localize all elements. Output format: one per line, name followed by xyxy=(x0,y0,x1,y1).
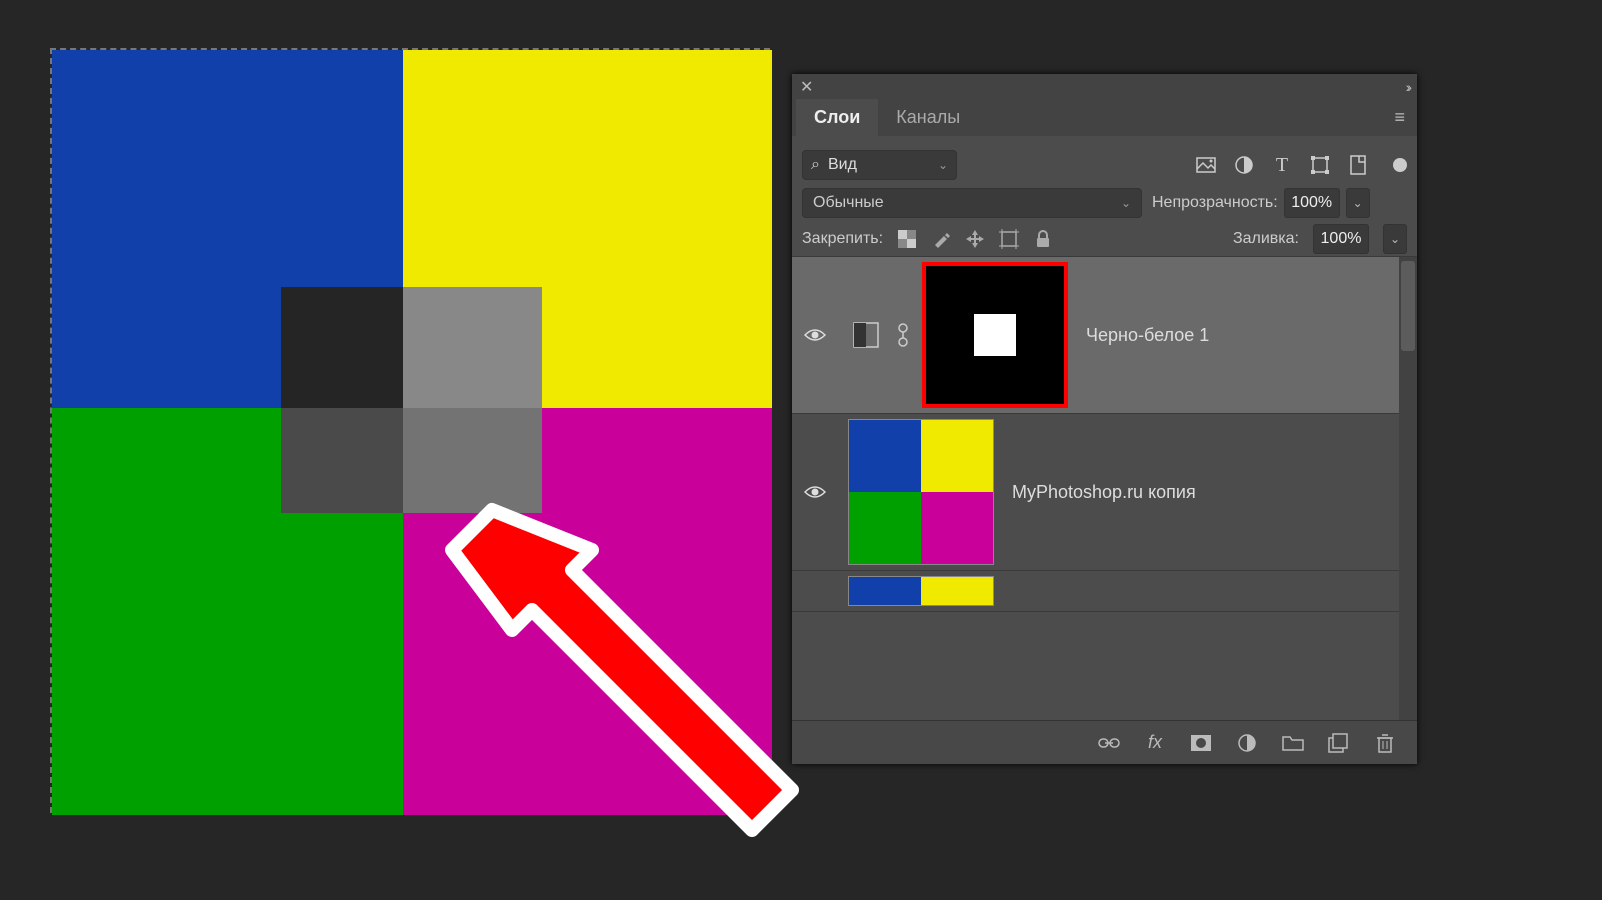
layer-row-image[interactable]: MyPhotoshop.ru копия xyxy=(792,414,1399,571)
layer-style-icon[interactable]: fx xyxy=(1143,731,1167,755)
lock-pixels-icon[interactable] xyxy=(931,229,951,249)
layer-row-partial[interactable] xyxy=(792,571,1399,612)
lock-position-icon[interactable] xyxy=(965,229,985,249)
scrollbar[interactable] xyxy=(1399,257,1417,720)
adjustment-bw-icon[interactable] xyxy=(852,321,880,349)
layer-mask-thumbnail[interactable] xyxy=(922,262,1068,408)
opacity-stepper[interactable]: ⌄ xyxy=(1346,188,1370,218)
new-layer-icon[interactable] xyxy=(1327,731,1351,755)
lock-label: Закрепить: xyxy=(802,230,883,248)
layer-row-adjustment[interactable]: Черно-белое 1 xyxy=(792,257,1399,414)
opacity-control: Непрозрачность: 100% ⌄ xyxy=(1152,188,1370,218)
panel-tabs: Слои Каналы ≡ xyxy=(792,99,1417,136)
new-adjustment-icon[interactable] xyxy=(1235,731,1259,755)
layers-list: Черно-белое 1 MyPhotoshop.ru копия xyxy=(792,256,1417,720)
layer-kind-label: Вид xyxy=(828,156,930,174)
tab-channels[interactable]: Каналы xyxy=(878,99,978,136)
layer-thumbnail[interactable] xyxy=(848,419,994,565)
collapse-icon[interactable]: ›› xyxy=(1406,79,1409,95)
layer-name: Черно-белое 1 xyxy=(1086,325,1209,346)
delete-layer-icon[interactable] xyxy=(1373,731,1397,755)
layer-name: MyPhotoshop.ru копия xyxy=(1012,482,1196,503)
visibility-icon[interactable] xyxy=(804,324,826,346)
panel-menu-icon[interactable]: ≡ xyxy=(1382,107,1417,128)
filter-type-icon[interactable]: T xyxy=(1271,154,1293,176)
add-mask-icon[interactable] xyxy=(1189,731,1213,755)
chevron-down-icon: ⌄ xyxy=(1121,196,1131,210)
scrollbar-thumb[interactable] xyxy=(1401,261,1415,351)
opacity-label: Непрозрачность: xyxy=(1152,194,1278,212)
canvas-area[interactable] xyxy=(50,48,770,813)
search-icon: ⌕ xyxy=(811,156,820,174)
lock-all-icon[interactable] xyxy=(1033,229,1053,249)
lock-row: Закрепить: Заливка: 100% ⌄ xyxy=(792,222,1417,256)
fill-value[interactable]: 100% xyxy=(1313,224,1369,254)
blend-mode-select[interactable]: Обычные ⌄ xyxy=(802,188,1142,218)
chevron-down-icon: ⌄ xyxy=(938,158,948,172)
fill-stepper[interactable]: ⌄ xyxy=(1383,224,1407,254)
link-layers-icon[interactable] xyxy=(1097,731,1121,755)
filter-smart-icon[interactable] xyxy=(1347,154,1369,176)
filter-pixel-icon[interactable] xyxy=(1195,154,1217,176)
layers-bottom-bar: fx xyxy=(792,720,1417,764)
filter-toggle[interactable] xyxy=(1393,158,1407,172)
filter-shape-icon[interactable] xyxy=(1309,154,1331,176)
filter-icons: T xyxy=(1195,154,1407,176)
blend-mode-value: Обычные xyxy=(813,194,884,212)
blend-row: Обычные ⌄ Непрозрачность: 100% ⌄ xyxy=(792,184,1417,222)
lock-icons xyxy=(897,229,1053,249)
filter-adjust-icon[interactable] xyxy=(1233,154,1255,176)
lock-artboard-icon[interactable] xyxy=(999,229,1019,249)
lock-transparency-icon[interactable] xyxy=(897,229,917,249)
panel-titlebar: ✕ ›› xyxy=(792,74,1417,99)
layer-filter-row: ⌕ Вид ⌄ T xyxy=(792,146,1417,184)
tab-layers[interactable]: Слои xyxy=(796,99,878,136)
canvas-bw-overlay xyxy=(281,287,542,513)
layer-thumbnail[interactable] xyxy=(848,576,994,606)
visibility-icon[interactable] xyxy=(804,481,826,503)
layer-kind-filter[interactable]: ⌕ Вид ⌄ xyxy=(802,150,957,180)
mask-link-icon[interactable] xyxy=(898,322,908,348)
opacity-value[interactable]: 100% xyxy=(1284,188,1340,218)
new-group-icon[interactable] xyxy=(1281,731,1305,755)
close-icon[interactable]: ✕ xyxy=(800,77,813,97)
layers-panel: ✕ ›› Слои Каналы ≡ ⌕ Вид ⌄ T Обычные ⌄ xyxy=(792,74,1417,764)
fill-label: Заливка: xyxy=(1233,230,1299,248)
